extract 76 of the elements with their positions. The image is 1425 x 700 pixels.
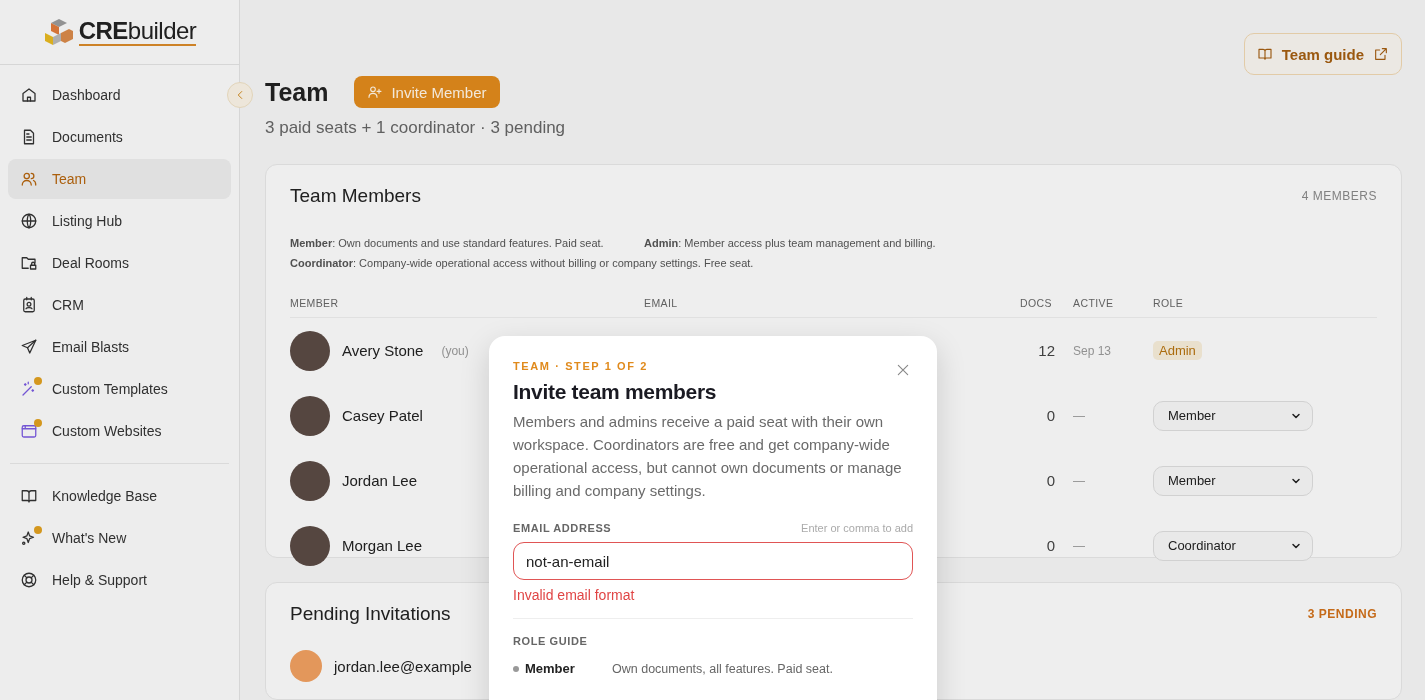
sidebar-item[interactable]: Documents bbox=[8, 117, 231, 157]
column-header: ROLE bbox=[1153, 297, 1185, 309]
home-icon bbox=[20, 86, 38, 104]
role-name: Member bbox=[513, 661, 612, 676]
member-name: Morgan Lee bbox=[342, 537, 423, 554]
field-hint: Enter or comma to add bbox=[801, 522, 913, 534]
avatar-photo-placeholder bbox=[290, 525, 330, 566]
column-header: ACTIVE bbox=[1073, 297, 1115, 309]
section-label: ROLE GUIDE bbox=[513, 635, 589, 647]
step-label: TEAM · STEP 1 OF 2 bbox=[513, 360, 648, 372]
you-label: (you) bbox=[441, 343, 469, 358]
sidebar-item[interactable]: Team bbox=[8, 159, 231, 199]
doc-count: 0 bbox=[1045, 407, 1056, 424]
avatar-photo-placeholder bbox=[290, 460, 330, 501]
column-header: EMAIL bbox=[644, 297, 679, 309]
sidebar-item[interactable]: CRM bbox=[8, 285, 231, 325]
external-link-icon bbox=[1373, 46, 1389, 62]
lifebuoy-icon bbox=[20, 571, 38, 589]
role-dropdown[interactable]: Member bbox=[1153, 465, 1313, 496]
sidebar-item[interactable]: Custom Templates bbox=[8, 369, 231, 409]
role-description: Own documents, all features. Paid seat. bbox=[612, 661, 834, 676]
cube-logo-icon bbox=[42, 17, 75, 47]
role-dropdown[interactable]: Member bbox=[1153, 400, 1313, 431]
add-user-icon bbox=[367, 84, 384, 100]
invite-avatar bbox=[290, 650, 322, 682]
pending-count: 3 PENDING bbox=[1307, 607, 1377, 621]
field-label: EMAIL ADDRESS bbox=[513, 522, 612, 534]
sidebar-item[interactable]: Custom Websites bbox=[8, 411, 231, 451]
close-icon bbox=[895, 362, 911, 378]
browser-window-icon bbox=[20, 422, 38, 440]
dialog-description: Members and admins receive a paid seat with their own workspace. Coordinators are free and get company-wide operational access, but cannot own documents or manage billing and company settings. bbox=[513, 412, 903, 501]
folder-lock-icon bbox=[20, 254, 38, 272]
book-icon bbox=[20, 487, 38, 505]
seat-summary: 3 paid seats + 1 coordinator · 3 pending bbox=[265, 118, 566, 138]
doc-count: 12 bbox=[1037, 342, 1056, 359]
sidebar-item[interactable]: Email Blasts bbox=[8, 327, 231, 367]
dialog-title: Invite team members bbox=[513, 380, 718, 404]
doc-count: 0 bbox=[1045, 537, 1056, 554]
column-header: DOCS bbox=[1020, 297, 1053, 309]
team-guide-button[interactable]: Team guide bbox=[1243, 33, 1402, 75]
card-title: Pending Invitations bbox=[290, 603, 451, 625]
column-header: MEMBER bbox=[290, 297, 340, 309]
member-count: 4 MEMBERS bbox=[1301, 189, 1377, 203]
last-active: — bbox=[1073, 408, 1086, 423]
sidebar-item[interactable]: Deal Rooms bbox=[8, 243, 231, 283]
sidebar-item[interactable]: Dashboard bbox=[8, 75, 231, 115]
page-title: Team bbox=[265, 77, 329, 107]
brand-name: CREbuilder bbox=[78, 18, 197, 46]
last-active: Sep 13 bbox=[1073, 343, 1113, 358]
doc-count: 0 bbox=[1045, 472, 1056, 489]
people-icon bbox=[20, 170, 38, 188]
email-input-field[interactable]: not-an-email bbox=[513, 542, 913, 580]
sidebar-item[interactable]: Knowledge Base bbox=[8, 476, 231, 516]
sidebar-item[interactable]: Help & Support bbox=[8, 560, 231, 600]
member-name: Casey Patel bbox=[342, 407, 423, 424]
last-active: — bbox=[1073, 473, 1086, 488]
error-message: Invalid email format bbox=[513, 587, 636, 603]
book-icon bbox=[1256, 46, 1273, 62]
role-badge: Admin bbox=[1153, 341, 1202, 360]
send-icon bbox=[20, 338, 38, 356]
sidebar-item[interactable]: Listing Hub bbox=[8, 201, 231, 241]
globe-icon bbox=[20, 212, 38, 230]
role-description: Coordinator: Company-wide operational access without billing or company settings. Free seat. bbox=[290, 257, 755, 269]
close-button[interactable] bbox=[895, 362, 911, 378]
member-name: Jordan Lee bbox=[342, 472, 418, 489]
role-description: Member: Own documents and use standard features. Paid seat. bbox=[290, 237, 605, 249]
role-description: Admin: Member access plus team management and billing. bbox=[644, 237, 937, 249]
last-active: — bbox=[1073, 538, 1086, 553]
contact-card-icon bbox=[20, 296, 38, 314]
avatar-photo-placeholder bbox=[290, 330, 330, 371]
invite-email: jordan.lee@example bbox=[334, 657, 472, 675]
sidebar-item[interactable]: What's New bbox=[8, 518, 231, 558]
role-dropdown[interactable]: Coordinator bbox=[1153, 530, 1313, 561]
avatar-photo-placeholder bbox=[290, 395, 330, 436]
member-name: Avery Stone bbox=[342, 342, 424, 359]
card-title: Team Members bbox=[290, 185, 421, 207]
